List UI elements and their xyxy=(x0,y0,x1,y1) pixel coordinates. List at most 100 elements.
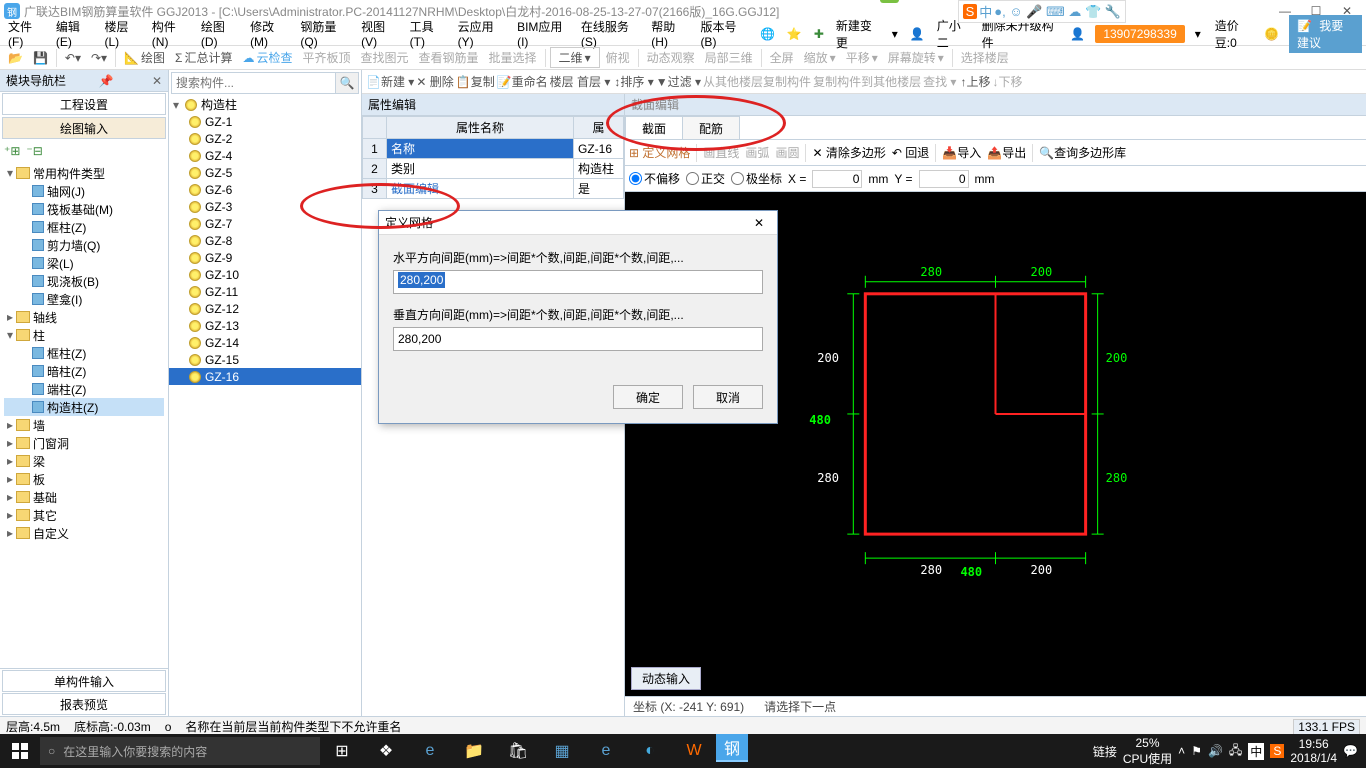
rename-button[interactable]: 📝重命名 xyxy=(497,73,548,90)
tree-node[interactable]: 端柱(Z) xyxy=(4,380,164,398)
nav-single-button[interactable]: 单构件输入 xyxy=(2,670,166,692)
menu-edit[interactable]: 编辑(E) xyxy=(52,16,97,51)
floor-dropdown[interactable]: 楼层 首层 ▾ xyxy=(550,73,611,90)
save-icon[interactable]: 💾 xyxy=(29,50,52,66)
draw-button[interactable]: 📐绘图 xyxy=(120,48,169,67)
tree-node[interactable]: ▸其它 xyxy=(4,506,164,524)
ie-icon[interactable]: e xyxy=(584,734,628,768)
circle-button[interactable]: 画圆 xyxy=(775,144,799,161)
tab-rebar[interactable]: 配筋 xyxy=(682,116,740,139)
sort-button[interactable]: ↕排序 ▾ xyxy=(614,73,653,90)
list-item[interactable]: GZ-4 xyxy=(169,147,361,164)
tree-node[interactable]: ▸板 xyxy=(4,470,164,488)
radio-ortho[interactable]: 正交 xyxy=(686,170,725,187)
moveup-button[interactable]: ↑上移 xyxy=(960,73,990,90)
list-item[interactable]: GZ-12 xyxy=(169,300,361,317)
tray-up-icon[interactable]: ˄ xyxy=(1178,744,1185,758)
list-item[interactable]: GZ-5 xyxy=(169,164,361,181)
list-item[interactable]: GZ-3 xyxy=(169,198,361,215)
tray-flag-icon[interactable]: ⚑ xyxy=(1191,744,1202,758)
menu-tools[interactable]: 工具(T) xyxy=(406,16,450,51)
menu-view[interactable]: 视图(V) xyxy=(357,16,402,51)
search-button[interactable]: 🔍 xyxy=(336,72,359,94)
clear-button[interactable]: ✕ 清除多边形 xyxy=(812,144,885,161)
tree-node[interactable]: 剪力墙(Q) xyxy=(4,236,164,254)
export-button[interactable]: 📤导出 xyxy=(987,144,1026,161)
tray-ime-icon[interactable]: 中 xyxy=(1248,743,1264,760)
menu-modify[interactable]: 修改(M) xyxy=(246,16,292,51)
list-item[interactable]: GZ-16 xyxy=(169,368,361,385)
user-icon[interactable]: 👤 xyxy=(906,25,929,43)
pin-icon[interactable]: 📌 xyxy=(99,74,114,88)
list-item[interactable]: GZ-10 xyxy=(169,266,361,283)
tree-node[interactable]: 梁(L) xyxy=(4,254,164,272)
arc-button[interactable]: 画弧 xyxy=(745,144,769,161)
tray-net-icon[interactable]: 🖧 xyxy=(1229,741,1242,762)
tree-node[interactable]: 暗柱(Z) xyxy=(4,362,164,380)
list-item[interactable]: GZ-11 xyxy=(169,283,361,300)
batch-select-button[interactable]: 批量选择 xyxy=(485,48,541,67)
copyto-button[interactable]: 复制构件到其他楼层 xyxy=(813,73,921,90)
menu-help[interactable]: 帮助(H) xyxy=(647,16,692,51)
dialog-close-icon[interactable]: ✕ xyxy=(747,216,771,230)
x-input[interactable] xyxy=(812,170,862,188)
tree-node[interactable]: 框柱(Z) xyxy=(4,218,164,236)
ggj-icon[interactable]: 钢 xyxy=(716,734,748,762)
search-input[interactable] xyxy=(171,72,336,94)
nav-eng-button[interactable]: 工程设置 xyxy=(2,93,166,115)
select-floor-button[interactable]: 选择楼层 xyxy=(957,48,1013,67)
open-icon[interactable]: 📂 xyxy=(4,50,27,66)
tree-node[interactable]: ▾柱 xyxy=(4,326,164,344)
new-change-button[interactable]: 新建变更 xyxy=(832,15,884,53)
radio-nooffset[interactable]: 不偏移 xyxy=(629,170,680,187)
overlook-button[interactable]: 俯视 xyxy=(602,48,634,67)
nav-close-icon[interactable]: ✕ xyxy=(152,74,162,88)
menu-file[interactable]: 文件(F) xyxy=(4,16,48,51)
component-list[interactable]: ▾ 构造柱GZ-1GZ-2GZ-4GZ-5GZ-6GZ-3GZ-7GZ-8GZ-… xyxy=(169,96,361,716)
filter-button[interactable]: ▼过滤 ▾ xyxy=(656,73,701,90)
import-button[interactable]: 📥导入 xyxy=(942,144,981,161)
collapse-icon[interactable]: ⁻⊟ xyxy=(26,144,42,158)
radio-polar[interactable]: 极坐标 xyxy=(731,170,782,187)
tree-node[interactable]: ▸基础 xyxy=(4,488,164,506)
tray-notif-icon[interactable]: 💬 xyxy=(1343,744,1358,758)
explorer-icon[interactable]: 📁 xyxy=(452,734,496,768)
tree-node[interactable]: 构造柱(Z) xyxy=(4,398,164,416)
avatar-icon[interactable]: 👤 xyxy=(1066,25,1089,43)
wps-icon[interactable]: W xyxy=(672,734,716,768)
nav-draw-button[interactable]: 绘图输入 xyxy=(2,117,166,139)
tree-node[interactable]: ▸墙 xyxy=(4,416,164,434)
movedown-button[interactable]: ↓下移 xyxy=(992,73,1022,90)
taskbar[interactable]: ○在这里输入你要搜索的内容 ⊞ ❖ e 📁 🛍 ▦ e ◐ W 钢 链接 25%… xyxy=(0,734,1366,768)
list-item[interactable]: GZ-9 xyxy=(169,249,361,266)
coin-icon[interactable]: 🪙 xyxy=(1260,25,1283,43)
pan-button[interactable]: 平移 ▾ xyxy=(842,48,882,67)
tray-sogou-icon[interactable]: S xyxy=(1270,744,1284,758)
list-item[interactable]: GZ-15 xyxy=(169,351,361,368)
sum-button[interactable]: Σ 汇总计算 xyxy=(171,48,236,67)
tree-node[interactable]: 壁龛(I) xyxy=(4,290,164,308)
tree-node[interactable]: 现浇板(B) xyxy=(4,272,164,290)
tree-node[interactable]: ▸门窗洞 xyxy=(4,434,164,452)
list-item[interactable]: GZ-13 xyxy=(169,317,361,334)
tree-node[interactable]: ▸轴线 xyxy=(4,308,164,326)
list-item[interactable]: GZ-6 xyxy=(169,181,361,198)
edge-icon[interactable]: e xyxy=(408,734,452,768)
list-header[interactable]: ▾ 构造柱 xyxy=(169,96,361,113)
menu-bim[interactable]: BIM应用(I) xyxy=(513,16,573,51)
menu-component[interactable]: 构件(N) xyxy=(148,16,193,51)
list-item[interactable]: GZ-8 xyxy=(169,232,361,249)
menu-online[interactable]: 在线服务(S) xyxy=(577,16,643,51)
cloud-check-button[interactable]: ☁ 云检查 xyxy=(238,48,296,67)
tree-node[interactable]: 轴网(J) xyxy=(4,182,164,200)
v-spacing-input[interactable] xyxy=(393,327,763,351)
favorite-icon[interactable]: ⭐ xyxy=(783,25,806,43)
nav-tree[interactable]: ▾常用构件类型轴网(J)筏板基础(M)框柱(Z)剪力墙(Q)梁(L)现浇板(B)… xyxy=(0,162,168,668)
undo-button[interactable]: ↶ 回退 xyxy=(892,144,929,161)
taskbar-apps[interactable]: ⊞ ❖ e 📁 🛍 ▦ e ◐ W 钢 xyxy=(320,734,748,768)
taskview-icon[interactable]: ⊞ xyxy=(320,734,364,768)
tree-node[interactable]: ▾常用构件类型 xyxy=(4,164,164,182)
list-item[interactable]: GZ-2 xyxy=(169,130,361,147)
tree-node[interactable]: ▸自定义 xyxy=(4,524,164,542)
start-button[interactable] xyxy=(0,734,40,768)
